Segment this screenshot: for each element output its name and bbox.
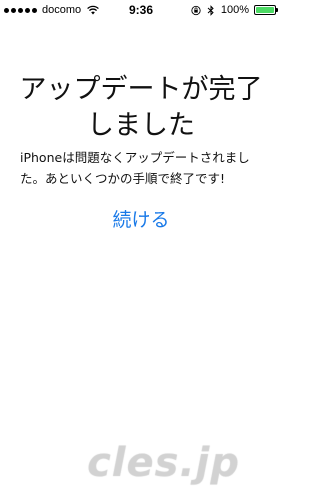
battery-tip (276, 8, 278, 12)
orientation-lock-icon (191, 5, 201, 15)
update-complete-screen: docomo 9:36 100% アップデートが完了 しました iPhoneは問… (0, 0, 282, 500)
message-line-2: た。あといくつかの手順で終了です! (20, 171, 226, 186)
battery-icon (254, 5, 278, 15)
continue-button[interactable]: 続ける (0, 205, 282, 235)
title-line-2: しました (87, 110, 195, 141)
page-title: アップデートが完了 しました (0, 72, 282, 144)
battery-fill (256, 7, 274, 13)
title-line-1: アップデートが完了 (19, 74, 263, 105)
status-bar: docomo 9:36 100% (0, 0, 282, 20)
watermark: cles.jp (87, 440, 240, 486)
bluetooth-icon (207, 4, 214, 16)
battery-percent: 100% (220, 4, 249, 16)
status-right: 100% (191, 0, 278, 20)
message-line-1: iPhoneは問題なくアップデートされまし (20, 150, 250, 165)
update-message: iPhoneは問題なくアップデートされまし た。あといくつかの手順で終了です! (20, 147, 262, 189)
